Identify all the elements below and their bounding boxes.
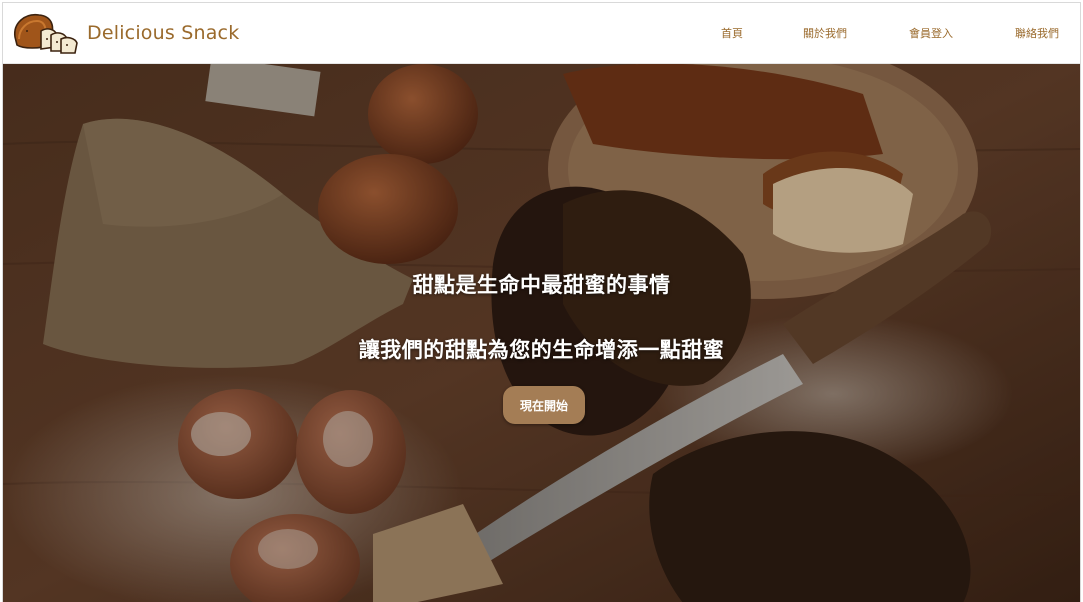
nav-member-login[interactable]: 會員登入 bbox=[896, 25, 966, 41]
nav-home[interactable]: 首頁 bbox=[712, 25, 752, 41]
hero-subtitle: 讓我們的甜點為您的生命增添一點甜蜜 bbox=[358, 338, 725, 362]
get-started-button[interactable]: 現在開始 bbox=[503, 386, 585, 424]
brand-link[interactable]: Delicious Snack bbox=[11, 9, 239, 57]
hero-overlay bbox=[3, 64, 1080, 602]
brand-name: Delicious Snack bbox=[87, 22, 240, 44]
page-frame: Delicious Snack 首頁 關於我們 會員登入 聯絡我們 甜點是生命中… bbox=[2, 2, 1081, 602]
navbar: Delicious Snack 首頁 關於我們 會員登入 聯絡我們 bbox=[3, 3, 1080, 64]
nav-contact-us[interactable]: 聯絡我們 bbox=[1002, 25, 1072, 41]
hero-title: 甜點是生命中最甜蜜的事情 bbox=[412, 273, 671, 297]
nav-about-us[interactable]: 關於我們 bbox=[790, 25, 860, 41]
hero-section: 甜點是生命中最甜蜜的事情 讓我們的甜點為您的生命增添一點甜蜜 現在開始 bbox=[3, 64, 1080, 602]
bread-loaf-icon bbox=[14, 13, 78, 54]
